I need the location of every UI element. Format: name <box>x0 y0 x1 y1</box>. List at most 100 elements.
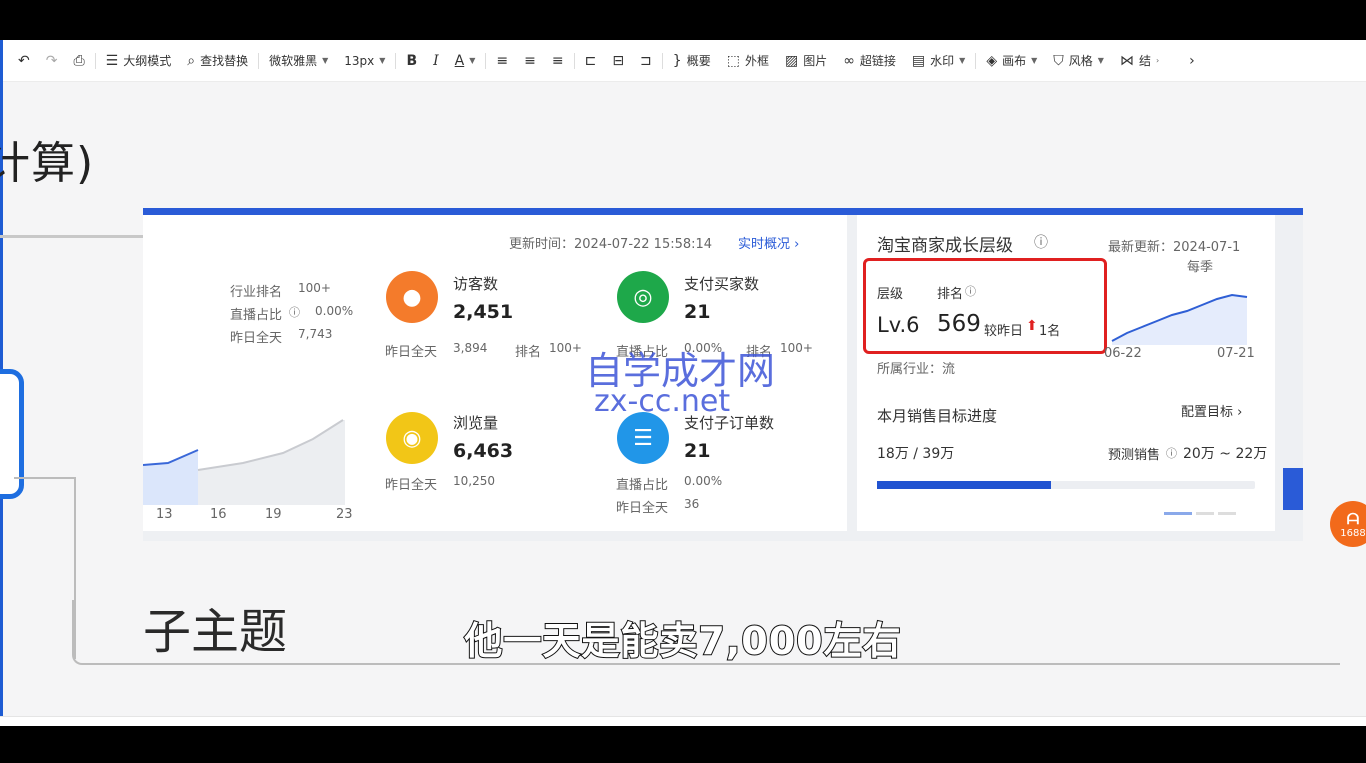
tick-label: 13 <box>156 507 173 522</box>
redo-button[interactable]: ↷ <box>38 47 66 75</box>
align-left-icon: ≡ <box>496 52 509 69</box>
summary-label: 概要 <box>686 54 711 68</box>
insert-child-icon: ⊏ <box>584 52 597 69</box>
outline-mode-button[interactable]: ☰ 大纲模式 <box>98 47 180 75</box>
redo-icon: ↷ <box>45 52 58 69</box>
industry-label: 所属行业：流 <box>877 362 956 377</box>
users-icon: ◎ <box>617 271 669 323</box>
align-center-icon: ≡ <box>524 52 536 69</box>
format-painter-button[interactable]: ⎙ <box>65 47 92 75</box>
toolbar-more-button[interactable]: › <box>1181 47 1203 75</box>
suborders-yesterday-label: 昨日全天 <box>616 501 669 516</box>
every-season-label: 每季 <box>1187 260 1214 275</box>
toolbar-divider <box>395 52 397 69</box>
compare-label: 较昨日 <box>984 324 1024 339</box>
carousel-dot[interactable] <box>1218 512 1236 515</box>
growth-title: 淘宝商家成长层级 <box>877 236 1013 256</box>
pageviews-yesterday-label: 昨日全天 <box>385 478 438 493</box>
config-target-link[interactable]: 配置目标 › <box>1181 401 1242 420</box>
help-icon[interactable]: ⓘ <box>1034 232 1048 252</box>
order-list-icon: ☰ <box>617 412 669 464</box>
chevron-right-icon: › <box>794 237 800 252</box>
pageviews-yesterday-value: 10,250 <box>453 474 495 488</box>
realtime-overview-link[interactable]: 实时概况 › <box>738 233 799 252</box>
growth-area <box>1112 295 1247 345</box>
insert-parent-icon: ⊐ <box>640 52 652 69</box>
shirt-icon: ⛉ <box>1053 52 1064 69</box>
carousel-dot[interactable] <box>1196 512 1214 515</box>
help-icon[interactable]: ⓘ <box>289 304 300 320</box>
mini-trend-chart <box>143 419 345 505</box>
frame-icon: ⬚ <box>726 52 740 69</box>
status-bar <box>0 716 1366 726</box>
align-center-button[interactable]: ≡ <box>516 47 544 75</box>
find-replace-button[interactable]: ⌕ 查找替换 <box>179 47 256 75</box>
yesterday-label: 昨日全天 <box>230 331 283 346</box>
visitors-value: 2,451 <box>453 301 514 323</box>
insert-parent-button[interactable]: ⊐ <box>632 47 660 75</box>
help-icon[interactable]: ⓘ <box>1166 445 1177 461</box>
insert-sibling-icon: ⊟ <box>612 52 625 69</box>
structure-icon: ⋈ <box>1119 52 1134 69</box>
chevron-down-icon: ▼ <box>959 56 966 65</box>
insert-child-button[interactable]: ⊏ <box>577 47 605 75</box>
style-button[interactable]: ⛉ 风格 ▼ <box>1045 47 1112 75</box>
chevron-down-icon: ▼ <box>322 56 329 65</box>
screenshot-top-bar <box>143 208 1303 215</box>
topic-title[interactable]: 计算) <box>0 127 94 191</box>
image-label: 图片 <box>803 54 828 68</box>
highlight-box <box>863 258 1107 354</box>
sales-progress-fill <box>877 481 1052 489</box>
chevron-right-icon: › <box>1189 52 1195 69</box>
frame-button[interactable]: ⬚ 外框 <box>719 47 777 75</box>
image-icon: ▨ <box>784 52 799 69</box>
canvas-button[interactable]: ◈ 画布 ▼ <box>978 47 1045 75</box>
industry-rank-label: 行业排名 <box>230 285 283 300</box>
update-time: 更新时间：2024-07-22 15:58:14 <box>509 237 713 252</box>
chevron-right-icon: › <box>1237 405 1243 420</box>
chart-tick-start: 06-22 <box>1104 346 1142 361</box>
toolbar-divider <box>485 52 487 69</box>
watermark-button[interactable]: ▤ 水印 ▼ <box>904 47 973 75</box>
carousel-dot-active[interactable] <box>1164 512 1192 515</box>
chevron-down-icon: ▼ <box>1097 56 1104 65</box>
chevron-down-icon: ▼ <box>379 56 386 65</box>
help-icon[interactable]: ⓘ <box>965 283 976 299</box>
font-size-select[interactable]: 13px ▼ <box>336 47 393 75</box>
tick-label: 23 <box>336 507 353 522</box>
toolbar-divider <box>573 52 575 69</box>
suborders-live-ratio-value: 0.00% <box>684 474 723 488</box>
italic-button[interactable]: I <box>425 47 447 75</box>
visitors-yesterday-label: 昨日全天 <box>385 345 438 360</box>
bold-icon: B <box>406 52 418 69</box>
format-painter-icon: ⎙ <box>73 52 85 69</box>
summary-button[interactable]: } 概要 <box>665 47 719 75</box>
buyers-rank-value: 100+ <box>780 341 813 355</box>
footprint-icon: ● <box>386 271 438 323</box>
structure-button[interactable]: ⋈ 结 › <box>1112 47 1167 75</box>
font-color-button[interactable]: A ▼ <box>447 47 484 75</box>
sales-progress-bar <box>877 481 1255 489</box>
chevron-right-icon: › <box>1155 56 1160 65</box>
align-right-button[interactable]: ≡ <box>544 47 572 75</box>
undo-icon: ↶ <box>18 52 30 69</box>
align-left-button[interactable]: ≡ <box>488 47 516 75</box>
undo-button[interactable]: ↶ <box>10 47 38 75</box>
rank-value: 569 <box>937 311 981 337</box>
badge-text: 1688 <box>1340 527 1366 539</box>
chart-tick-end: 07-21 <box>1217 346 1255 361</box>
font-family-select[interactable]: 微软雅黑 ▼ <box>261 47 336 75</box>
image-button[interactable]: ▨ 图片 <box>777 47 835 75</box>
insert-sibling-button[interactable]: ⊟ <box>604 47 632 75</box>
side-action-button[interactable] <box>1283 468 1303 510</box>
italic-icon: I <box>433 52 439 69</box>
visitors-label: 访客数 <box>453 275 499 293</box>
trend-area-today <box>143 450 198 505</box>
visitors-yesterday-value: 3,894 <box>453 341 488 355</box>
hyperlink-button[interactable]: ∞ 超链接 <box>835 47 904 75</box>
visitors-rank-label: 排名 <box>515 345 542 360</box>
live-ratio-value: 0.00% <box>315 304 354 318</box>
toolbar-divider <box>94 52 96 69</box>
bold-button[interactable]: B <box>398 47 425 75</box>
forecast-label: 预测销售 <box>1108 448 1161 463</box>
